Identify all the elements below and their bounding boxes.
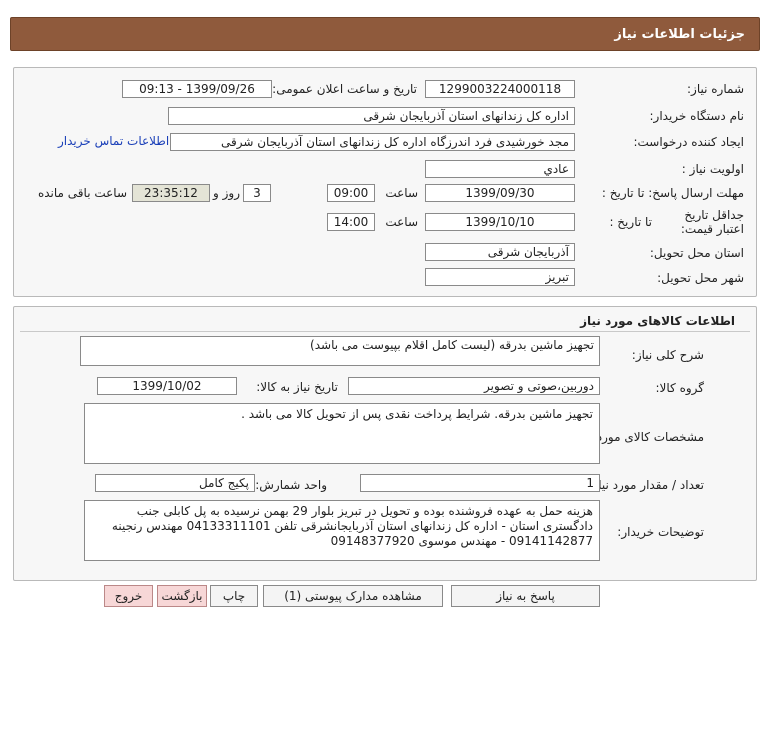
- buyer-org-label: نام دستگاه خریدار:: [649, 109, 745, 123]
- summary-label: شرح کلی نیاز:: [631, 348, 704, 362]
- specs-field: تجهیز ماشین بدرقه. شرایط پرداخت نقدی پس …: [84, 403, 600, 464]
- price-validity-label: جداقل تاریخ اعتبار قیمت:: [664, 208, 744, 236]
- exit-button[interactable]: خروج: [104, 585, 153, 607]
- city-label: شهر محل تحویل:: [657, 271, 744, 285]
- view-attachments-button[interactable]: مشاهده مدارک پیوستی (1): [263, 585, 443, 607]
- province-field: آذربایجان شرقی: [425, 243, 575, 261]
- time-remaining-field: 23:35:12: [132, 184, 210, 202]
- validity-date-field: 1399/10/10: [425, 213, 575, 231]
- goods-section-title: اطلاعات کالاهای مورد نیاز: [580, 314, 735, 328]
- back-button[interactable]: بازگشت: [157, 585, 207, 607]
- reply-to-date-text: تا تاریخ :: [601, 186, 645, 200]
- unit-label: واحد شمارش:: [255, 478, 327, 492]
- group-field: دوربین،صوتی و تصویر: [348, 377, 600, 395]
- need-number-label: شماره نیاز:: [687, 82, 744, 96]
- days-label: روز و: [213, 186, 240, 200]
- priority-field: عادي: [425, 160, 575, 178]
- city-field: تبریز: [425, 268, 575, 286]
- quantity-label: تعداد / مقدار مورد نیاز:: [588, 478, 704, 492]
- reply-time-label: ساعت: [385, 186, 418, 200]
- quantity-field: 1: [360, 474, 600, 492]
- reply-deadline-text: مهلت ارسال پاسخ:: [648, 186, 744, 200]
- need-number-field: 1299003224000118: [425, 80, 575, 98]
- group-label: گروه کالا:: [655, 381, 705, 395]
- buyer-org-field: اداره کل زندانهای استان آذربایجان شرقی: [168, 107, 575, 125]
- announce-datetime-field: 1399/09/26 - 09:13: [122, 80, 272, 98]
- unit-field: پکیج کامل: [95, 474, 255, 492]
- goods-divider: [20, 331, 750, 332]
- time-remaining-label: ساعت باقی مانده: [37, 186, 127, 200]
- priority-label: اولویت نیاز :: [681, 162, 744, 176]
- buyer-contact-link[interactable]: اطلاعات تماس خریدار: [58, 134, 169, 148]
- price-validity-text: جداقل تاریخ اعتبار قیمت:: [680, 208, 744, 236]
- buyer-notes-field: هزینه حمل به عهده فروشنده بوده و تحویل د…: [84, 500, 600, 561]
- summary-field: تجهیز ماشین بدرقه (لیست کامل اقلام بپیوس…: [80, 336, 600, 366]
- need-date-field: 1399/10/02: [97, 377, 237, 395]
- page-title: جزئیات اطلاعات نیاز: [614, 27, 745, 42]
- announce-label: تاریخ و ساعت اعلان عمومی:: [272, 82, 417, 96]
- need-date-label: تاریخ نیاز به کالا:: [256, 380, 338, 394]
- reply-button[interactable]: پاسخ به نیاز: [451, 585, 600, 607]
- validity-to-date-label: تا تاریخ :: [609, 215, 652, 229]
- reply-time-field: 09:00: [327, 184, 375, 202]
- requester-field: مجد خورشیدی فرد اندرزگاه اداره کل زندانه…: [170, 133, 575, 151]
- province-label: استان محل تحویل:: [649, 246, 744, 260]
- requester-label: ایجاد کننده درخواست:: [633, 135, 744, 149]
- validity-time-label: ساعت: [385, 215, 418, 229]
- validity-time-field: 14:00: [327, 213, 375, 231]
- need-details-panel: [13, 67, 757, 297]
- reply-deadline-label: مهلت ارسال پاسخ: تا تاریخ :: [602, 186, 744, 200]
- days-remaining-field: 3: [243, 184, 271, 202]
- print-button[interactable]: چاپ: [210, 585, 258, 607]
- page-header: جزئیات اطلاعات نیاز: [10, 17, 760, 51]
- buyer-notes-label: توضیحات خریدار:: [617, 525, 704, 539]
- reply-date-field: 1399/09/30: [425, 184, 575, 202]
